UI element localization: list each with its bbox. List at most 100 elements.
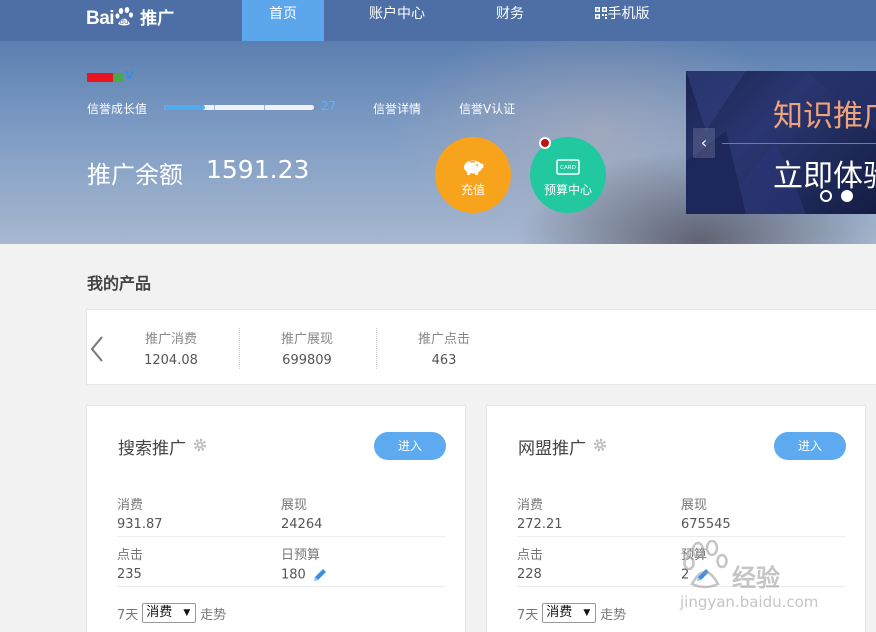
metric-spend: 推广消费 1204.08 bbox=[121, 328, 221, 368]
trend-select-value: 消费 bbox=[546, 605, 573, 620]
enter-button[interactable]: 进入 bbox=[374, 432, 446, 460]
notification-dot bbox=[539, 137, 551, 149]
paw-icon bbox=[683, 540, 728, 589]
card-title: 搜索推广 bbox=[118, 439, 186, 459]
stat-value: 272.21 bbox=[517, 517, 563, 532]
promo-subheadline: 立即体验 bbox=[773, 159, 876, 194]
piggy-bank-icon bbox=[464, 160, 484, 175]
stat-value: 235 bbox=[117, 567, 142, 582]
stat-label: 日预算 bbox=[281, 548, 321, 563]
stat-label: 消费 bbox=[117, 498, 144, 513]
trend-prefix: 7天 bbox=[517, 607, 539, 623]
svg-text:du: du bbox=[120, 18, 129, 26]
pencil-edit-icon[interactable] bbox=[312, 567, 328, 583]
trend-suffix: 走势 bbox=[600, 607, 627, 623]
stat-label: 消费 bbox=[517, 498, 544, 513]
metric-clicks-label: 推广点击 bbox=[417, 332, 470, 347]
redaction-block-green bbox=[113, 73, 123, 82]
stat-value: 675545 bbox=[681, 517, 731, 532]
top-nav: Bai du 推广 首页 账户中心 财务 手机版 bbox=[0, 0, 876, 48]
stat-daily-budget: 日预算 180 bbox=[281, 544, 328, 583]
my-products-title: 我的产品 bbox=[87, 274, 152, 293]
v-badge-icon[interactable]: V bbox=[125, 69, 134, 82]
stat-label: 点击 bbox=[117, 548, 144, 563]
promo-dot-1[interactable] bbox=[820, 190, 832, 202]
redaction-block bbox=[87, 73, 113, 82]
product-summary-bar: 推广消费 1204.08 推广展现 699809 推广点击 463 bbox=[86, 309, 876, 385]
credit-growth-value: 27 bbox=[321, 99, 337, 113]
nav-account-center[interactable]: 账户中心 bbox=[356, 0, 438, 41]
credit-verify-link[interactable]: 信誉V认证 bbox=[459, 100, 515, 117]
credit-growth-label: 信誉成长值 bbox=[87, 102, 148, 116]
metric-impressions-label: 推广展现 bbox=[280, 332, 333, 347]
trend-prefix: 7天 bbox=[117, 607, 139, 623]
logo-bai-text: Bai bbox=[86, 8, 115, 29]
progress-tick bbox=[214, 105, 215, 110]
nav-account-center-label: 账户中心 bbox=[369, 6, 425, 22]
metric-clicks-value: 463 bbox=[431, 353, 457, 368]
balance-label: 推广余额 bbox=[87, 161, 183, 189]
row-divider bbox=[117, 586, 445, 587]
recharge-label: 充值 bbox=[460, 183, 485, 197]
gear-icon[interactable] bbox=[193, 438, 207, 452]
trend-selector-row: 7天 消费 ▼ 走势 bbox=[517, 603, 626, 623]
stat-label: 展现 bbox=[681, 498, 708, 513]
baidu-jingyan-watermark: 经验 jingyan.baidu.com bbox=[680, 540, 876, 630]
stat-label: 点击 bbox=[517, 548, 544, 563]
stat-clicks: 点击 228 bbox=[517, 544, 543, 582]
card-title: 网盟推广 bbox=[518, 439, 586, 459]
metric-impressions: 推广展现 699809 bbox=[257, 328, 357, 368]
paw-icon: du bbox=[115, 7, 134, 26]
stat-spend: 消费 272.21 bbox=[517, 494, 563, 532]
promo-headline: 知识推广 bbox=[773, 99, 876, 134]
nav-home-label: 首页 bbox=[269, 6, 297, 22]
recharge-button[interactable]: 充值 bbox=[435, 137, 511, 213]
row-divider bbox=[117, 536, 445, 537]
progress-tick bbox=[264, 105, 265, 110]
trend-select-value: 消费 bbox=[146, 605, 173, 620]
stat-value: 228 bbox=[517, 567, 542, 582]
budget-center-label: 预算中心 bbox=[543, 183, 592, 197]
dropdown-arrow-icon: ▼ bbox=[583, 608, 591, 618]
nav-finance[interactable]: 财务 bbox=[480, 0, 540, 41]
metric-divider bbox=[376, 328, 377, 369]
metric-spend-label: 推广消费 bbox=[144, 332, 197, 347]
trend-metric-select[interactable]: 消费 ▼ bbox=[542, 603, 597, 623]
balance-value: 1591.23 bbox=[206, 155, 310, 184]
chevron-left-icon[interactable] bbox=[89, 334, 107, 364]
trend-selector-row: 7天 消费 ▼ 走势 bbox=[117, 603, 226, 623]
row-divider bbox=[517, 536, 845, 537]
svg-text:CARD: CARD bbox=[560, 165, 576, 171]
stat-value: 24264 bbox=[281, 517, 323, 532]
enter-button[interactable]: 进入 bbox=[774, 432, 846, 460]
gear-icon[interactable] bbox=[593, 438, 607, 452]
dropdown-arrow-icon: ▼ bbox=[183, 608, 191, 618]
stat-label: 展现 bbox=[281, 498, 308, 513]
baidu-tuiguang-logo[interactable]: Bai du 推广 bbox=[86, 4, 174, 29]
promo-divider bbox=[722, 143, 876, 144]
nav-mobile-version[interactable]: 手机版 bbox=[582, 0, 662, 41]
trend-metric-select[interactable]: 消费 ▼ bbox=[142, 603, 197, 623]
stat-value: 931.87 bbox=[117, 517, 163, 532]
credit-detail-link[interactable]: 信誉详情 bbox=[373, 100, 421, 117]
stat-impressions: 展现 24264 bbox=[281, 494, 322, 532]
stat-impressions: 展现 675545 bbox=[681, 494, 731, 532]
stat-clicks: 点击 235 bbox=[117, 544, 143, 582]
nav-mobile-version-label: 手机版 bbox=[607, 6, 650, 22]
metric-clicks: 推广点击 463 bbox=[394, 328, 494, 368]
promo-carousel[interactable]: 知识推广 立即体验 ‹ bbox=[686, 71, 876, 214]
stat-value-row: 180 bbox=[281, 567, 328, 583]
promo-dot-2[interactable] bbox=[841, 190, 853, 202]
metric-spend-value: 1204.08 bbox=[144, 353, 198, 368]
stat-value: 180 bbox=[281, 567, 306, 583]
account-banner: V 信誉成长值 27 信誉详情 信誉V认证 推广余额 1591.23 充值 CA… bbox=[0, 41, 876, 244]
qr-code-icon bbox=[594, 7, 607, 19]
trend-suffix: 走势 bbox=[200, 607, 227, 623]
promo-prev-arrow[interactable]: ‹ bbox=[693, 128, 715, 158]
metric-impressions-value: 699809 bbox=[282, 353, 332, 368]
watermark-url: jingyan.baidu.com bbox=[680, 593, 819, 611]
watermark-text: 经验 bbox=[732, 564, 780, 592]
credit-progress-bar bbox=[164, 105, 314, 110]
username-redacted: V bbox=[87, 69, 134, 83]
search-promotion-card: 搜索推广 进入 消费 931.87 展现 24264 点击 235 日预算 18… bbox=[86, 405, 466, 632]
